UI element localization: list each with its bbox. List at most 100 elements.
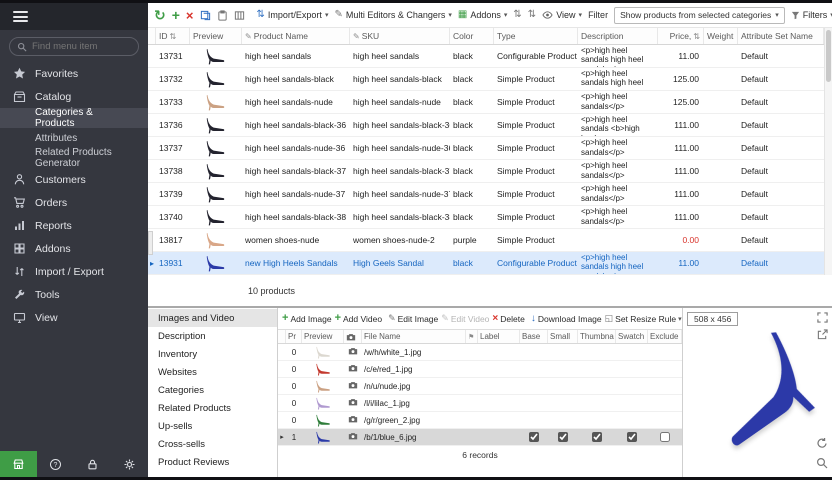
bottom-tab[interactable]: Inventory xyxy=(148,345,277,363)
delete-product-icon[interactable]: × xyxy=(186,9,194,22)
add-video-button[interactable]: + Add Video xyxy=(335,313,383,324)
column-header-preview[interactable]: Preview xyxy=(302,330,344,343)
refresh-icon[interactable]: ↻ xyxy=(154,8,166,22)
vertical-scrollbar[interactable] xyxy=(824,28,832,275)
sidebar-item-orders[interactable]: Orders xyxy=(0,191,148,214)
column-header-id[interactable]: ID ⇅ xyxy=(156,28,190,44)
columns-icon[interactable] xyxy=(234,10,245,21)
column-header-flag[interactable]: ⚑ xyxy=(466,330,478,343)
sidebar-item-attributes[interactable]: Attributes xyxy=(0,128,148,148)
product-row[interactable]: 13739 high heel sandals-nude-37 high hee… xyxy=(148,183,832,206)
column-header-color[interactable]: Color xyxy=(450,28,494,44)
image-row[interactable]: 0 /w/h/white_1.jpg xyxy=(278,344,682,361)
column-header-sku[interactable]: ✎ SKU xyxy=(350,28,450,44)
image-row[interactable]: 0 /l/i/lilac_1.jpg xyxy=(278,395,682,412)
product-name: high heel sandals-black xyxy=(242,74,350,84)
product-row[interactable]: 13736 high heel sandals-black-36 high he… xyxy=(148,114,832,137)
copy-icon[interactable] xyxy=(200,10,211,21)
swatch-checkbox[interactable] xyxy=(627,432,637,442)
add-product-icon[interactable]: + xyxy=(172,8,180,22)
sidebar-item-categories-products[interactable]: Categories & Products xyxy=(0,108,148,128)
column-header-thumbnail[interactable]: Thumbna xyxy=(578,330,616,343)
column-header-preview[interactable]: Preview xyxy=(190,28,242,44)
import-export-button[interactable]: ⇅ Import/Export ▾ xyxy=(257,10,329,20)
sidebar-item-tools[interactable]: Tools xyxy=(0,283,148,306)
download-image-button[interactable]: ↓ Download Image xyxy=(531,314,602,324)
sidebar-item-catalog[interactable]: Catalog xyxy=(0,85,148,108)
sort-desc-icon[interactable]: ⇅ xyxy=(528,10,536,20)
small-checkbox[interactable] xyxy=(558,432,568,442)
bottom-tab[interactable]: Product Reviews xyxy=(148,453,277,471)
thumbnail-checkbox[interactable] xyxy=(592,432,602,442)
zoom-icon[interactable] xyxy=(816,457,828,469)
column-header-small[interactable]: Small xyxy=(548,330,578,343)
category-filter-select[interactable]: Show products from selected categories ▾ xyxy=(614,7,785,24)
column-header-product-name[interactable]: ✎ Product Name xyxy=(242,28,350,44)
multi-editors-button[interactable]: ✎ Multi Editors & Changers ▾ xyxy=(334,10,451,20)
image-row[interactable]: 0 /c/e/red_1.jpg xyxy=(278,361,682,378)
menu-search[interactable] xyxy=(9,37,139,56)
column-header-swatch[interactable]: Swatch xyxy=(616,330,648,343)
paste-icon[interactable] xyxy=(217,10,228,21)
base-checkbox[interactable] xyxy=(529,432,539,442)
column-header-attribute-set[interactable]: Attribute Set Name xyxy=(738,28,824,44)
bottom-tab[interactable]: Description xyxy=(148,327,277,345)
product-price: 0.00 xyxy=(658,235,704,245)
image-row[interactable]: 0 /g/r/green_2.jpg xyxy=(278,412,682,429)
delete-image-button[interactable]: × Delete xyxy=(492,314,524,324)
bottom-tab[interactable]: Categories xyxy=(148,381,277,399)
product-row[interactable]: 13931 new High Heels Sandals High Geels … xyxy=(148,252,832,275)
bottom-tab[interactable]: Cross-sells xyxy=(148,435,277,453)
scrollbar-thumb[interactable] xyxy=(826,30,831,82)
menu-icon[interactable] xyxy=(13,11,28,22)
set-resize-rule-button[interactable]: ◱ Set Resize Rule ▾ xyxy=(605,314,682,324)
column-header-camera[interactable] xyxy=(344,330,362,343)
sidebar-item-related-products-generator[interactable]: Related Products Generator xyxy=(0,148,148,168)
product-row[interactable]: 13732 high heel sandals-black high heel … xyxy=(148,68,832,91)
bottom-tab[interactable]: Images and Video xyxy=(148,309,277,327)
add-image-button[interactable]: + Add Image xyxy=(282,313,332,324)
column-header-description[interactable]: Description xyxy=(578,28,658,44)
column-header-priority[interactable]: Pr xyxy=(286,330,302,343)
sort-asc-icon[interactable]: ⇅ xyxy=(513,10,521,20)
exclude-checkbox[interactable] xyxy=(660,432,670,442)
column-header-exclude[interactable]: Exclude xyxy=(648,330,682,343)
column-header-base[interactable]: Base xyxy=(520,330,548,343)
bottom-tab[interactable]: Related Products xyxy=(148,399,277,417)
store-button[interactable] xyxy=(0,451,37,477)
fullscreen-icon[interactable] xyxy=(817,312,828,323)
lock-button[interactable] xyxy=(74,451,111,477)
settings-button[interactable] xyxy=(111,451,148,477)
product-row[interactable]: 13740 high heel sandals-black-38 high he… xyxy=(148,206,832,229)
help-button[interactable]: ? xyxy=(37,451,74,477)
edit-image-button[interactable]: ✎ Edit Image xyxy=(388,314,438,324)
sidebar-item-reports[interactable]: Reports xyxy=(0,214,148,237)
column-header-weight[interactable]: Weight xyxy=(704,28,738,44)
menu-search-input[interactable] xyxy=(32,41,131,52)
column-header-file-name[interactable]: File Name xyxy=(362,330,466,343)
sidebar-item-import-export[interactable]: Import / Export xyxy=(0,260,148,283)
column-header-price[interactable]: Price, ⇅ xyxy=(658,28,704,44)
image-row[interactable]: 0 /n/u/nude.jpg xyxy=(278,378,682,395)
import-export-label: Import/Export xyxy=(268,10,322,20)
sidebar-item-addons[interactable]: Addons xyxy=(0,237,148,260)
product-row[interactable]: 13738 high heel sandals-black-37 high he… xyxy=(148,160,832,183)
filters-button[interactable]: Filters ▾ xyxy=(791,10,832,20)
bottom-tab[interactable]: Websites xyxy=(148,363,277,381)
product-row[interactable]: 13731 high heel sandals high heel sandal… xyxy=(148,45,832,68)
product-row[interactable]: 13817 women shoes-nude women shoes-nude-… xyxy=(148,229,832,252)
rotate-icon[interactable] xyxy=(816,437,828,449)
sidebar-item-favorites[interactable]: Favorites xyxy=(0,62,148,85)
bottom-tab[interactable]: Up-sells xyxy=(148,417,277,435)
product-image[interactable] xyxy=(691,330,821,460)
column-header-type[interactable]: Type xyxy=(494,28,578,44)
view-button[interactable]: View ▾ xyxy=(542,10,582,20)
sidebar-item-view[interactable]: View xyxy=(0,306,148,329)
addons-button[interactable]: ▦ Addons ▾ xyxy=(458,10,508,20)
column-header-label[interactable]: Label xyxy=(478,330,520,343)
product-row[interactable]: 13737 high heel sandals-nude-36 high hee… xyxy=(148,137,832,160)
panel-collapse-handle[interactable] xyxy=(148,231,153,255)
image-row[interactable]: 1 /b/1/blue_6.jpg xyxy=(278,429,682,446)
sidebar-item-customers[interactable]: Customers xyxy=(0,168,148,191)
product-row[interactable]: 13733 high heel sandals-nude high heel s… xyxy=(148,91,832,114)
